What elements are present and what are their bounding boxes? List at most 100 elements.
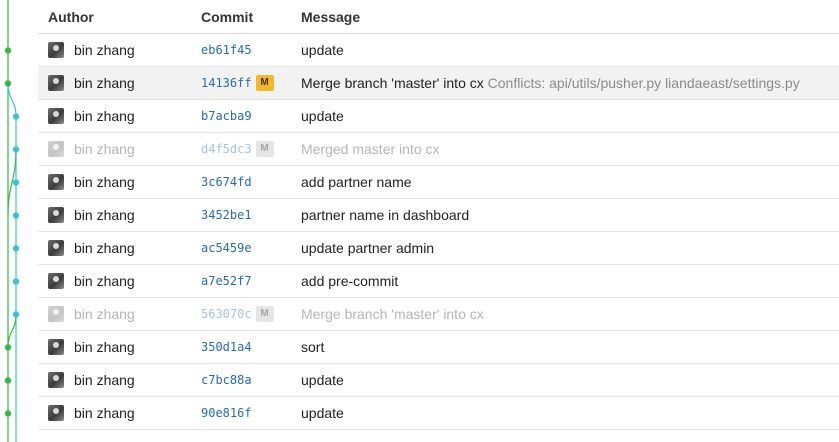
avatar [48,174,64,190]
commit-row[interactable]: bin zhang 14136ff M Merge branch 'master' i… [38,67,839,100]
merge-connector [7,314,17,348]
commit-cell: 350d1a4 [201,340,301,354]
avatar [48,339,64,355]
commit-node [12,278,20,285]
avatar [48,306,64,322]
avatar [48,273,64,289]
commit-row[interactable]: bin zhang 350d1a4 sort [38,331,839,364]
commit-hash[interactable]: 350d1a4 [201,340,252,354]
message-cell: add partner name [301,174,839,190]
commit-node [12,311,20,318]
message-cell: add pre-commit [301,273,839,289]
commit-cell: a7e52f7 [201,274,301,288]
commit-row[interactable]: bin zhang 90e816f update [38,397,839,430]
commit-cell: d4f5dc3 M [201,141,301,157]
merge-badge: M [255,306,274,322]
table-header: Author Commit Message [38,0,839,34]
commit-list: bin zhang eb61f45 update bin zhang 14136ff M M… [38,34,839,430]
commit-message: add pre-commit [301,273,399,289]
commit-cell: c7bc88a [201,373,301,387]
author-name: bin zhang [74,339,135,355]
author-name: bin zhang [74,273,135,289]
commit-hash[interactable]: ac5459e [201,241,252,255]
message-cell: Merge branch 'master' into cx [301,306,839,322]
commit-row[interactable]: bin zhang a7e52f7 add pre-commit [38,265,839,298]
commit-node [12,245,20,252]
avatar [48,75,64,91]
commit-node [4,80,12,87]
merge-connector [7,83,17,117]
column-header-author[interactable]: Author [38,9,201,25]
commit-row[interactable]: bin zhang ac5459e update partner admin [38,232,839,265]
commit-hash[interactable]: 3452be1 [201,208,252,222]
commit-row[interactable]: bin zhang c7bc88a update [38,364,839,397]
commit-hash[interactable]: c7bc88a [201,373,252,387]
column-header-commit[interactable]: Commit [201,9,301,25]
commit-message: update [301,372,344,388]
commit-hash[interactable]: b7acba9 [201,109,252,123]
commit-row[interactable]: bin zhang eb61f45 update [38,34,839,67]
commit-row[interactable]: bin zhang 3c674fd add partner name [38,166,839,199]
commit-hash[interactable]: eb61f45 [201,43,252,57]
commit-hash[interactable]: 563070c [201,307,252,321]
message-cell: Merged master into cx [301,141,839,157]
commit-message: partner name in dashboard [301,207,470,223]
message-cell: update [301,372,839,388]
avatar [48,42,64,58]
column-header-message[interactable]: Message [301,9,839,25]
message-cell: sort [301,339,839,355]
commit-row[interactable]: bin zhang 563070c M Merge branch 'master' i… [38,298,839,331]
author-name: bin zhang [74,207,135,223]
commit-cell: 3452be1 [201,208,301,222]
commit-message: add partner name [301,174,412,190]
commit-row[interactable]: bin zhang d4f5dc3 M Merged master into cx [38,133,839,166]
commit-cell: 3c674fd [201,175,301,189]
commit-cell: eb61f45 [201,43,301,57]
commit-node [4,344,12,351]
commit-node [4,47,12,54]
avatar [48,108,64,124]
author-cell: bin zhang [38,240,201,256]
author-name: bin zhang [74,240,135,256]
author-cell: bin zhang [38,108,201,124]
commit-hash[interactable]: 14136ff [201,76,252,90]
author-name: bin zhang [74,75,135,91]
author-name: bin zhang [74,108,135,124]
message-cell: update partner admin [301,240,839,256]
author-cell: bin zhang [38,207,201,223]
merge-badge: M [255,75,274,91]
commit-message: update [301,42,344,58]
author-cell: bin zhang [38,339,201,355]
commit-cell: 90e816f [201,406,301,420]
commit-hash[interactable]: 3c674fd [201,175,252,189]
commit-message: Merge branch 'master' into cx [301,75,484,91]
merge-badge: M [255,141,274,157]
commit-row[interactable]: bin zhang b7acba9 update [38,100,839,133]
commit-graph [4,0,20,442]
message-cell: update [301,405,839,421]
commit-row[interactable]: bin zhang 3452be1 partner name in dashboar… [38,199,839,232]
message-cell: Merge branch 'master' into cx Conflicts:… [301,75,839,91]
avatar [48,240,64,256]
author-cell: bin zhang [38,405,201,421]
message-cell: update [301,108,839,124]
commit-cell: 563070c M [201,306,301,322]
author-cell: bin zhang [38,372,201,388]
author-name: bin zhang [74,405,135,421]
commit-hash[interactable]: 90e816f [201,406,252,420]
author-name: bin zhang [74,174,135,190]
commit-hash[interactable]: d4f5dc3 [201,142,252,156]
commit-node [4,410,12,417]
author-name: bin zhang [74,372,135,388]
author-name: bin zhang [74,306,135,322]
commit-hash[interactable]: a7e52f7 [201,274,252,288]
commit-message: Merged master into cx [301,141,440,157]
conflicts-note: Conflicts: api/utils/pusher.py liandaeas… [487,75,800,91]
commit-node [12,113,20,120]
author-cell: bin zhang [38,42,201,58]
commit-node [4,377,12,384]
commit-node [12,212,20,219]
commit-message: update partner admin [301,240,435,256]
author-cell: bin zhang [38,273,201,289]
avatar [48,372,64,388]
